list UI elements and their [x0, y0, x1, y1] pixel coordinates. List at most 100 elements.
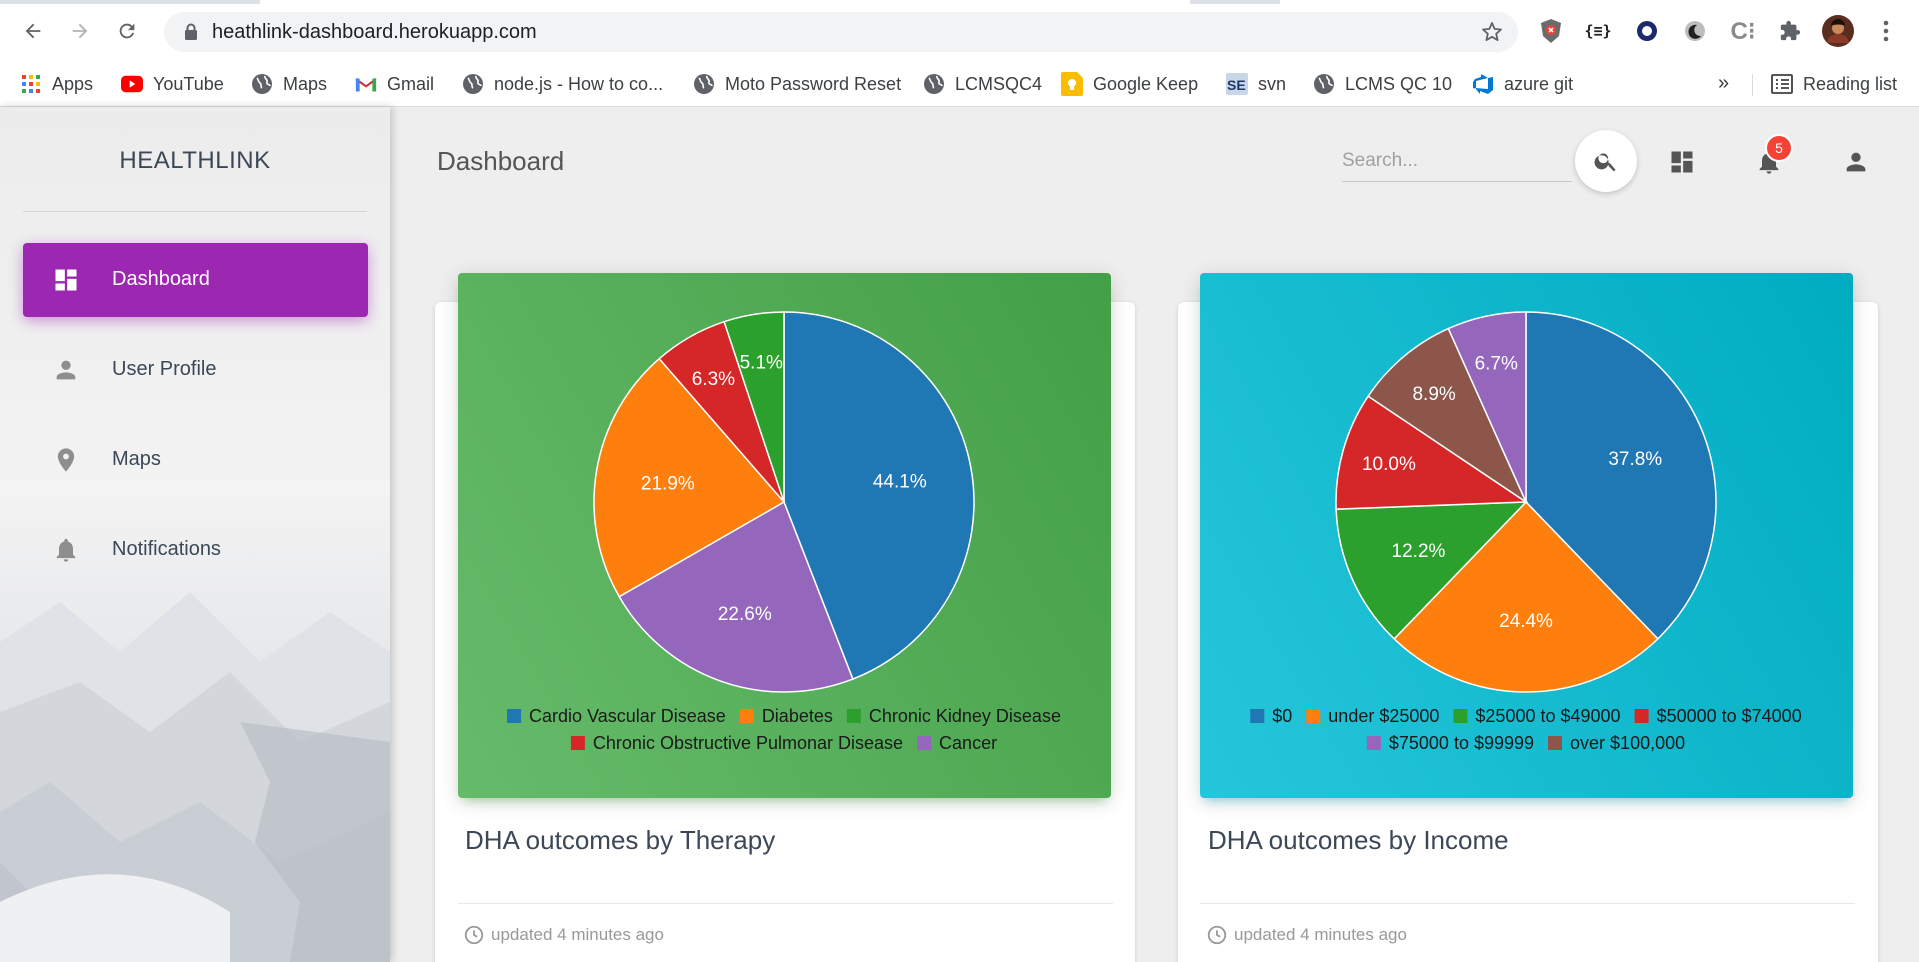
- sidebar-item-maps[interactable]: Maps: [23, 423, 368, 497]
- apps-grid-icon: [20, 73, 42, 95]
- dashboard-icon: [1671, 151, 1693, 173]
- legend-label: Diabetes: [762, 706, 833, 726]
- sidebar-item-label: Notifications: [112, 538, 221, 560]
- shield-icon: [1541, 19, 1561, 43]
- legend-swatch: [739, 709, 754, 723]
- page-title[interactable]: Dashboard: [437, 146, 564, 177]
- c-extension[interactable]: C⁝: [1725, 13, 1761, 49]
- legend-item-cancer[interactable]: Cancer: [917, 733, 997, 753]
- clock-icon: [464, 925, 484, 945]
- bookmark-azure-git[interactable]: azure git: [1472, 68, 1573, 100]
- globe-icon: [693, 73, 715, 95]
- bookmark-svn[interactable]: SE svn: [1226, 68, 1286, 100]
- json-braces-icon: {≡}: [1584, 22, 1612, 40]
- dashboard-view-button[interactable]: [1662, 142, 1702, 182]
- sidebar-item-user-profile[interactable]: User Profile: [23, 333, 368, 407]
- back-button[interactable]: [16, 14, 50, 48]
- legend-swatch: [1634, 709, 1649, 723]
- legend-label: Chronic Kidney Disease: [869, 706, 1061, 726]
- bookmark-star-icon[interactable]: [1480, 20, 1504, 44]
- tab-edge[interactable]: [1280, 0, 1919, 4]
- income-pie-chart: 37.8% 24.4% 12.2% 10.0% 8.9% 6.7% $0 under $250…: [1250, 311, 1802, 753]
- clock-icon: [1207, 925, 1227, 945]
- updated-timestamp: updated 4 minutes ago: [491, 925, 664, 944]
- legend-item-under-25000[interactable]: under $25000: [1306, 706, 1439, 726]
- legend-item-chronic-obstructive-pulmonar-disease[interactable]: Chronic Obstructive Pulmonar Disease: [570, 733, 903, 753]
- ring-extension[interactable]: [1629, 13, 1665, 49]
- se-icon: SE: [1226, 73, 1248, 95]
- legend-label: $25000 to $49000: [1475, 706, 1620, 726]
- bookmark-youtube[interactable]: YouTube: [121, 68, 224, 100]
- search-input[interactable]: [1342, 140, 1572, 182]
- bookmarks-overflow-button[interactable]: »: [1718, 72, 1729, 95]
- legend-label: $0: [1272, 706, 1292, 726]
- sidebar: HEALTHLINK Dashboard User Profile Maps N…: [0, 107, 390, 962]
- json-extension[interactable]: {≡}: [1580, 13, 1616, 49]
- pie-slice-value-label: 24.4%: [1499, 611, 1553, 632]
- pie-slices: 44.1% 22.6% 21.9% 6.3%5.1%: [593, 311, 975, 693]
- reading-list-button[interactable]: Reading list: [1771, 68, 1897, 100]
- user-menu-button[interactable]: [1836, 142, 1876, 182]
- sidebar-item-notifications[interactable]: Notifications: [23, 513, 368, 587]
- legend-swatch: [1306, 709, 1321, 723]
- search-button[interactable]: [1575, 130, 1637, 192]
- bookmark-moto-password-reset[interactable]: Moto Password Reset: [693, 68, 901, 100]
- legend-item-75000-to-99999[interactable]: $75000 to $99999: [1366, 733, 1534, 753]
- legend-item-50000-to-74000[interactable]: $50000 to $74000: [1634, 706, 1802, 726]
- bell-icon: [51, 535, 81, 565]
- browser-menu-button[interactable]: [1868, 13, 1904, 49]
- brave-shield-extension[interactable]: [1533, 13, 1569, 49]
- bookmark-gmail[interactable]: Gmail: [355, 68, 434, 100]
- person-icon: [51, 355, 81, 385]
- address-bar[interactable]: heathlink-dashboard.herokuapp.com: [164, 12, 1518, 52]
- legend-item-0[interactable]: $0: [1250, 706, 1292, 726]
- bookmarks-bar: Apps YouTube Maps Gmail node.js - How to…: [0, 62, 1919, 107]
- legend-label: over $100,000: [1570, 733, 1685, 753]
- globe-icon: [251, 73, 273, 95]
- legend-swatch: [917, 736, 932, 750]
- dark-mode-extension[interactable]: [1677, 13, 1713, 49]
- location-pin-icon: [51, 445, 81, 475]
- legend-item-25000-to-49000[interactable]: $25000 to $49000: [1453, 706, 1621, 726]
- card-divider: [458, 903, 1113, 904]
- bookmark-lcms-qc-10[interactable]: LCMS QC 10: [1313, 68, 1452, 100]
- chart-legend: Cardio Vascular Disease Diabetes Chronic K…: [507, 706, 1061, 753]
- therapy-pie-chart: 44.1% 22.6% 21.9% 6.3%5.1% Cardio Vascular D…: [507, 311, 1061, 753]
- pie-slice-value-label: 44.1%: [873, 471, 927, 492]
- lock-icon: [185, 23, 197, 40]
- legend-item-chronic-kidney-disease[interactable]: Chronic Kidney Disease: [846, 706, 1061, 726]
- legend-item-diabetes[interactable]: Diabetes: [739, 706, 833, 726]
- legend-item-cardio-vascular-disease[interactable]: Cardio Vascular Disease: [507, 706, 726, 726]
- legend-item-over-100-000[interactable]: over $100,000: [1548, 733, 1685, 753]
- bookmark-lcmsqc4[interactable]: LCMSQC4: [923, 68, 1042, 100]
- reading-list-label: Reading list: [1803, 73, 1898, 94]
- bookmark-label: Apps: [52, 73, 94, 94]
- legend-label: under $25000: [1328, 706, 1439, 726]
- brand-logo-text[interactable]: HEALTHLINK: [0, 147, 390, 175]
- bookmark-google-keep[interactable]: Google Keep: [1061, 68, 1198, 100]
- sidebar-item-dashboard[interactable]: Dashboard: [23, 243, 368, 317]
- bookmark-nodejs[interactable]: node.js - How to co...: [462, 68, 663, 100]
- bookmark-label: svn: [1258, 73, 1287, 94]
- legend-swatch: [846, 709, 861, 723]
- azure-devops-icon: [1472, 73, 1494, 95]
- profile-avatar[interactable]: [1820, 13, 1856, 49]
- gmail-icon: [355, 73, 377, 95]
- extensions-button[interactable]: [1772, 13, 1808, 49]
- bookmark-maps[interactable]: Maps: [251, 68, 327, 100]
- bookmark-label: node.js - How to co...: [494, 73, 664, 94]
- active-tab-edge[interactable]: [260, 0, 1190, 4]
- legend-label: Cardio Vascular Disease: [529, 706, 726, 726]
- reload-button[interactable]: [110, 14, 144, 48]
- legend-label: Cancer: [939, 733, 997, 753]
- url-text: heathlink-dashboard.herokuapp.com: [212, 21, 537, 43]
- svg-text:SE: SE: [1227, 77, 1246, 93]
- bookmark-apps[interactable]: Apps: [20, 68, 93, 100]
- ring-icon: [1637, 21, 1657, 41]
- legend-swatch: [1366, 736, 1381, 750]
- bookmark-label: LCMS QC 10: [1345, 73, 1453, 94]
- forward-button[interactable]: [63, 14, 97, 48]
- pie-slice-value-label: 37.8%: [1608, 449, 1662, 470]
- bookmarks-divider: [1752, 74, 1753, 96]
- kebab-menu-icon: [1883, 20, 1889, 42]
